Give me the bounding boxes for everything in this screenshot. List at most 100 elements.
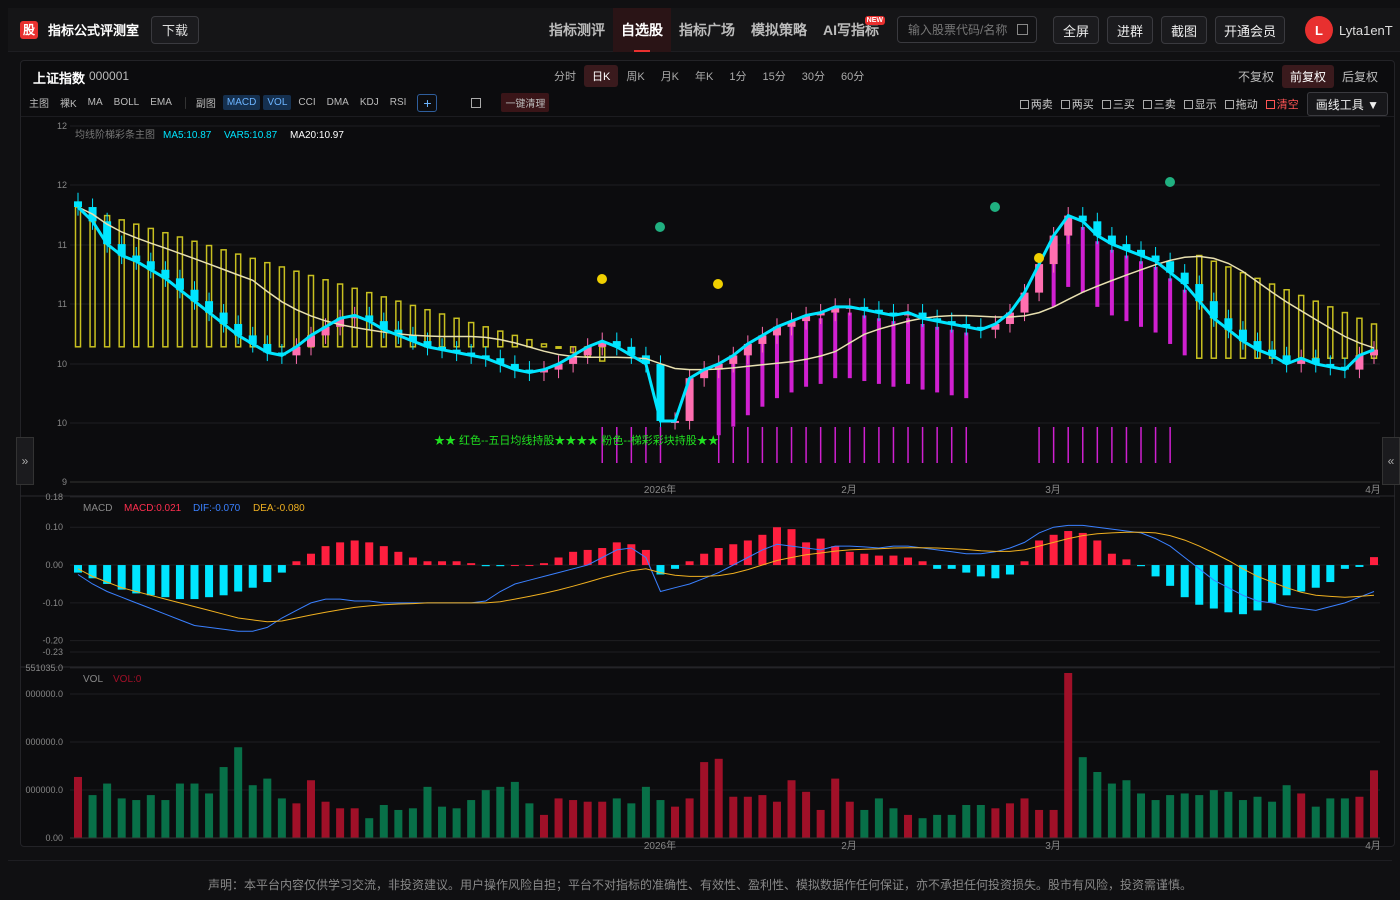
volume-bar	[569, 800, 578, 838]
volume-bar	[1224, 791, 1233, 838]
volume-bar	[947, 814, 956, 838]
volume-bar	[525, 803, 534, 838]
vol-label: VOL:0	[113, 674, 142, 685]
stair-bar	[818, 318, 823, 384]
macd-bar	[117, 565, 126, 590]
volume-bar	[379, 805, 388, 838]
volume-bar	[816, 809, 825, 838]
macd-bar	[918, 561, 927, 566]
volume-bar	[1355, 796, 1364, 838]
macd-bar	[438, 561, 447, 566]
macd-bar	[976, 565, 985, 577]
macd-bar	[1107, 553, 1116, 566]
band-bar	[1327, 306, 1334, 359]
volume-bar	[423, 786, 432, 838]
stair-bar	[964, 332, 969, 399]
macd-bar	[1064, 531, 1073, 566]
macd-bar	[1311, 565, 1320, 588]
stair-bar	[1095, 241, 1100, 307]
macd-bar	[1020, 561, 1029, 566]
volume-bar	[889, 808, 898, 838]
volume-bar	[117, 798, 126, 838]
macd-bar	[816, 538, 825, 566]
stair-bar	[1080, 227, 1085, 293]
stair-bar	[804, 321, 809, 387]
expand-right-icon[interactable]: «	[1382, 437, 1400, 485]
volume-bar	[991, 808, 1000, 838]
macd-bar	[845, 551, 854, 566]
volume-bar	[933, 814, 942, 838]
stair-bar	[1168, 278, 1173, 344]
stair-bar	[847, 312, 852, 379]
y-tick-label: 11	[58, 240, 67, 250]
volume-bar	[554, 798, 563, 838]
volume-bar	[671, 806, 680, 838]
volume-bar	[656, 800, 665, 838]
macd-bar	[743, 540, 752, 566]
y-tick-label: 12	[57, 121, 67, 131]
macd-bar	[336, 542, 345, 566]
band-bar	[1297, 294, 1305, 359]
x-tick-label: 4月	[1365, 484, 1381, 496]
stair-bar	[833, 312, 838, 379]
macd-bar	[933, 565, 942, 569]
macd-bar	[467, 563, 476, 566]
stair-bar	[1153, 266, 1158, 333]
macd-bar	[1137, 565, 1146, 567]
volume-bar	[1311, 806, 1320, 838]
kline-chart[interactable]: 12 12 11 11 10 10 9 2026年 2月 3月 4月 均线阶梯彩条主图 MA5:10.8…	[0, 0, 1400, 860]
macd-bar	[394, 551, 403, 566]
macd-bar	[496, 565, 505, 567]
volume-bar	[74, 776, 82, 838]
volume-bar	[729, 796, 738, 838]
volume-bar	[831, 778, 840, 838]
macd-bar	[947, 565, 956, 569]
volume-bar	[583, 801, 592, 838]
stair-bar	[906, 318, 911, 384]
stair-bar	[716, 369, 721, 436]
macd-bar	[263, 565, 272, 583]
band-bar	[467, 321, 475, 348]
macd-bar	[408, 557, 417, 566]
volume-bar	[1180, 793, 1189, 838]
y-tick-label: 000000.0	[25, 689, 63, 699]
macd-bar	[569, 551, 578, 566]
volume-bar	[1107, 783, 1116, 838]
volume-bar	[685, 798, 694, 838]
band-bar	[132, 223, 140, 348]
volume-bar	[394, 809, 403, 838]
macd-bar	[787, 529, 796, 566]
volume-bar	[146, 795, 155, 838]
band-bar	[147, 227, 155, 348]
macd-bar	[132, 565, 141, 594]
macd-bar	[175, 565, 184, 600]
stair-bar	[1109, 249, 1114, 316]
volume-bar	[408, 808, 417, 838]
macd-name: MACD	[83, 503, 112, 514]
macd-bar	[831, 546, 840, 566]
volume-bar	[758, 795, 767, 838]
band-bar	[555, 346, 562, 349]
macd-bar	[729, 544, 738, 566]
x-tick-label: 2月	[841, 840, 857, 852]
macd-bar	[205, 565, 214, 598]
volume-bar	[1282, 785, 1291, 838]
macd-bar	[481, 565, 490, 567]
volume-bar	[802, 791, 811, 838]
macd-label: MACD:0.021	[124, 503, 182, 514]
macd-bar	[1340, 565, 1349, 569]
macd-bar	[904, 557, 913, 566]
macd-bar	[1355, 565, 1364, 567]
stair-bar	[862, 315, 867, 382]
macd-bar	[1180, 565, 1189, 598]
macd-bar	[772, 527, 781, 566]
volume-bar	[1093, 772, 1102, 838]
x-tick-label: 3月	[1045, 840, 1061, 852]
macd-bar	[423, 561, 432, 566]
expand-left-icon[interactable]: »	[16, 437, 34, 485]
macd-bar	[248, 565, 257, 588]
macd-bar	[1370, 557, 1378, 566]
volume-bar	[1340, 798, 1349, 838]
dif-label: DIF:-0.070	[193, 503, 241, 514]
volume-bar	[1370, 770, 1378, 838]
